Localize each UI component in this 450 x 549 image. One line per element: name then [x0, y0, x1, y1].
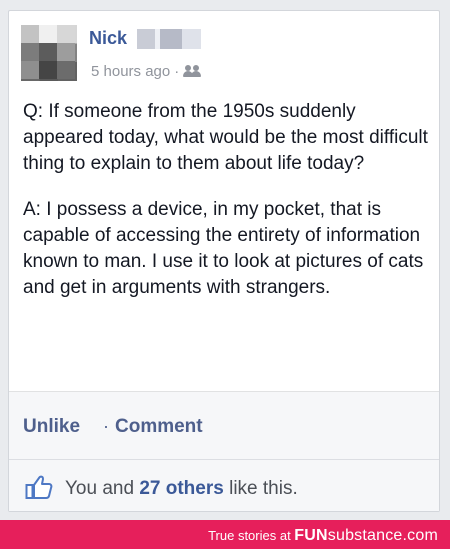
- author-surname-redacted: [137, 29, 201, 49]
- post-answer: A: I possess a device, in my pocket, tha…: [23, 199, 424, 298]
- avatar[interactable]: [21, 25, 77, 81]
- author-name[interactable]: Nick: [89, 28, 127, 49]
- watermark-footer: True stories at FUNsubstance.com: [0, 520, 450, 549]
- likes-bar: You and 27 others like this.: [9, 459, 439, 511]
- likes-others-link[interactable]: 27 others: [139, 478, 223, 499]
- actions-separator: ·: [103, 416, 109, 436]
- post-question: Q: If someone from the 1950s suddenly ap…: [23, 101, 428, 174]
- likes-summary: You and 27 others like this.: [65, 478, 298, 500]
- footer-tagline: True stories at FUNsubstance.com: [208, 527, 438, 545]
- screenshot-frame: Nick 5 hours ago · Q: If someone from the…: [0, 0, 450, 520]
- meta-separator: ·: [174, 63, 180, 80]
- likes-prefix: You and: [65, 478, 140, 499]
- footer-brand-bold: FUN: [294, 527, 328, 544]
- likes-suffix: like this.: [223, 478, 298, 499]
- post-card: Nick 5 hours ago · Q: If someone from the…: [8, 10, 440, 512]
- post-body: Q: If someone from the 1950s suddenly ap…: [23, 99, 428, 321]
- post-timestamp[interactable]: 5 hours ago: [91, 63, 170, 80]
- post-actions: Unlike · Comment: [9, 391, 439, 459]
- footer-tagline-prefix: True stories at: [208, 528, 295, 543]
- footer-brand-rest: substance.com: [327, 527, 438, 544]
- friends-icon[interactable]: [183, 65, 202, 77]
- comment-link[interactable]: Comment: [115, 416, 203, 438]
- thumbs-up-icon[interactable]: [25, 474, 53, 500]
- post-meta: 5 hours ago ·: [91, 63, 202, 80]
- unlike-link[interactable]: Unlike: [23, 416, 80, 438]
